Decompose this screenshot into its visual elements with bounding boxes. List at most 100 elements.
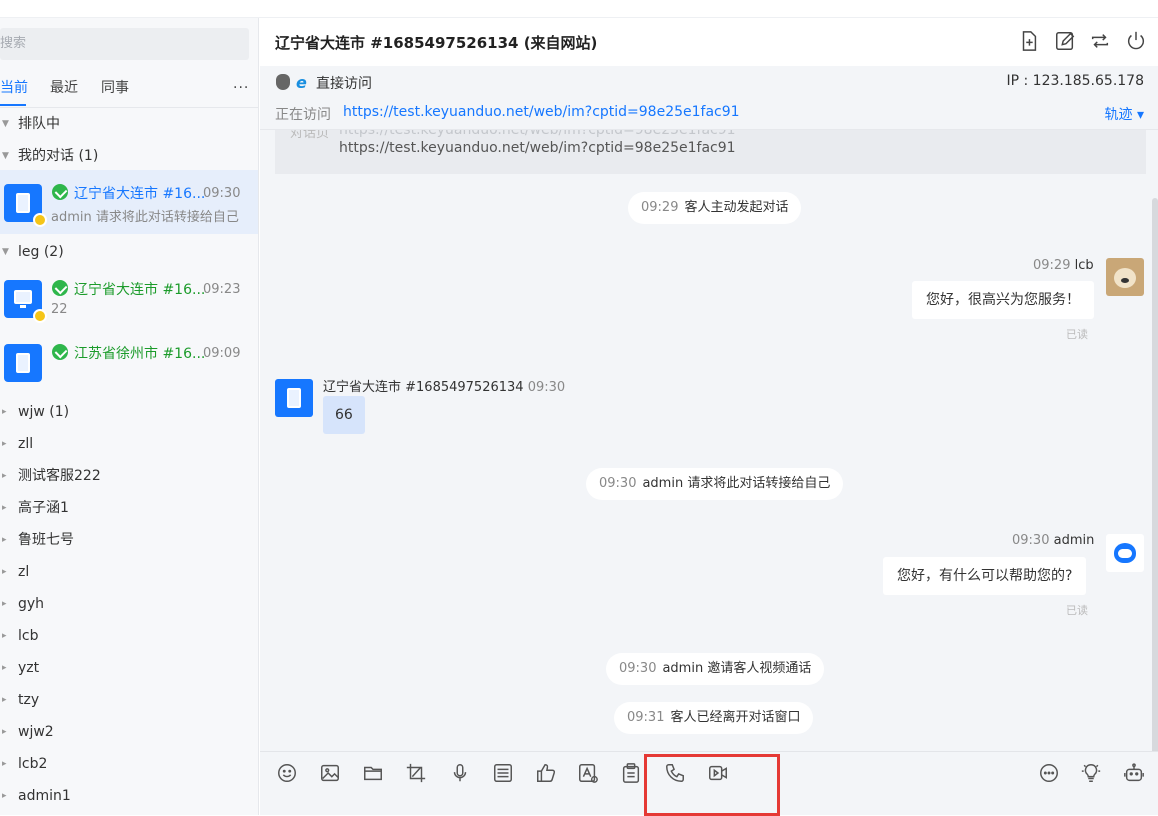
conversation-time: 09:30 — [203, 186, 241, 201]
status-badge — [33, 309, 47, 323]
image-icon[interactable] — [319, 762, 341, 784]
chevron-down-icon: ▼ — [2, 119, 9, 129]
chevron-right-icon: ▸ — [2, 439, 7, 449]
chevron-right-icon: ▸ — [2, 727, 7, 737]
tab-colleagues[interactable]: 同事 — [101, 80, 129, 96]
message-list: 对话页 https://test.keyuanduo.net/web/im?cp… — [260, 130, 1158, 752]
chat-panel: 辽宁省大连市 #1685497526134 (来自网站) e 直接访问 IP :… — [260, 18, 1158, 816]
apple-icon — [276, 74, 290, 90]
conversation-time: 09:23 — [203, 282, 241, 297]
chevron-right-icon: ▸ — [2, 599, 7, 609]
comment-icon[interactable] — [1038, 762, 1060, 784]
ie-browser-icon: e — [296, 73, 307, 92]
input-toolbar — [260, 751, 1158, 816]
conversation-time: 09:09 — [203, 346, 241, 361]
group-label: 测试客服222 — [18, 468, 101, 484]
system-message: 09:30 admin 请求将此对话转接给自己 — [586, 468, 844, 500]
chevron-right-icon: ▸ — [2, 695, 7, 705]
access-source: 直接访问 — [316, 76, 372, 92]
add-file-icon[interactable] — [1018, 30, 1040, 52]
chevron-right-icon: ▸ — [2, 471, 7, 481]
translate-icon[interactable] — [577, 762, 599, 784]
agent-avatar — [1106, 258, 1144, 296]
agent-message-bubble: 您好，很高兴为您服务！ — [912, 281, 1094, 319]
conversation-preview: admin 请求将此对话转接给自己 — [51, 210, 239, 225]
chat-title: 辽宁省大连市 #1685497526134 (来自网站) — [275, 34, 598, 52]
message-meta: 09:29 lcb — [1033, 258, 1094, 273]
chat-header: 辽宁省大连市 #1685497526134 (来自网站) — [260, 18, 1158, 66]
screenshot-icon[interactable] — [405, 762, 427, 784]
chevron-right-icon: ▸ — [2, 503, 7, 513]
sidebar: 搜索 当前 最近 同事 ··· ▼ 排队中 ▼ 我的对话 (1) 辽宁省大连市 #1… — [0, 18, 259, 815]
group-label: wjw (1) — [18, 404, 70, 420]
conversation-title: 辽宁省大连市 #16... — [74, 282, 206, 298]
conversation-item[interactable]: 辽宁省大连市 #16... 09:30 admin 请求将此对话转接给自己 — [0, 170, 258, 234]
visitor-message-bubble: 66 — [323, 396, 365, 434]
conversation-title: 江苏省徐州市 #16... — [74, 346, 206, 362]
transfer-icon[interactable] — [1089, 30, 1111, 52]
tab-current[interactable]: 当前 — [0, 80, 28, 106]
conversation-item[interactable]: 辽宁省大连市 #16... 09:23 22 — [0, 266, 258, 330]
group-label: zll — [18, 436, 34, 452]
group-label: 高子涵1 — [18, 500, 69, 516]
channel-icon — [52, 344, 68, 360]
system-message: 09:30 admin 邀请客人视频通话 — [606, 653, 825, 685]
group-label: lcb2 — [18, 756, 48, 772]
bulb-icon[interactable] — [1080, 762, 1102, 784]
conversation-title: 辽宁省大连市 #16... — [74, 186, 206, 202]
emoji-icon[interactable] — [276, 762, 298, 784]
system-message: 09:29 客人主动发起对话 — [628, 192, 802, 224]
chevron-right-icon: ▸ — [2, 631, 7, 641]
read-status: 已读 — [1066, 328, 1088, 341]
clipboard-icon[interactable] — [620, 762, 642, 784]
quick-reply-icon[interactable] — [492, 762, 514, 784]
conversation-item[interactable]: 江苏省徐州市 #16... 09:09 — [0, 330, 258, 394]
channel-icon — [52, 280, 68, 296]
visitor-avatar — [275, 379, 313, 417]
visitor-ip: IP : 123.185.65.178 — [1006, 73, 1144, 89]
visitor-info-bar: e 直接访问 IP : 123.185.65.178 正在访问 https://… — [260, 66, 1158, 130]
message-meta: 辽宁省大连市 #1685497526134 09:30 — [323, 380, 566, 395]
group-label: lcb — [18, 628, 39, 644]
chevron-down-icon: ▼ — [2, 151, 9, 161]
chevron-right-icon: ▸ — [2, 535, 7, 545]
chevron-right-icon: ▸ — [2, 663, 7, 673]
group-label: leg (2) — [18, 244, 64, 260]
referrer-url: https://test.keyuanduo.net/web/im?cptid=… — [339, 140, 736, 156]
group-label: yzt — [18, 660, 40, 676]
group-label: admin1 — [18, 788, 71, 804]
highlight-box — [644, 754, 780, 816]
visitor-avatar — [4, 344, 42, 382]
tab-recent[interactable]: 最近 — [50, 80, 78, 96]
folder-icon[interactable] — [362, 762, 384, 784]
power-icon[interactable] — [1125, 30, 1147, 52]
referrer-box: 对话页 https://test.keyuanduo.net/web/im?cp… — [275, 130, 1146, 174]
status-badge — [33, 213, 47, 227]
scrollbar[interactable] — [1152, 198, 1158, 758]
chevron-down-icon: ▼ — [2, 247, 9, 257]
visiting-label: 正在访问 — [275, 107, 331, 123]
more-icon[interactable]: ··· — [233, 80, 249, 96]
group-label: gyh — [18, 596, 45, 612]
group-label: wjw2 — [18, 724, 54, 740]
message-meta: 09:30 admin — [1012, 533, 1095, 548]
sidebar-tabs: 当前 最近 同事 ··· — [0, 80, 258, 108]
search-input[interactable]: 搜索 — [0, 28, 249, 60]
robot-icon[interactable] — [1123, 762, 1145, 784]
group-label: 我的对话 (1) — [18, 148, 99, 164]
thumbs-up-icon[interactable] — [535, 762, 557, 784]
read-status: 已读 — [1066, 604, 1088, 617]
referrer-url: https://test.keyuanduo.net/web/im?cptid=… — [339, 130, 736, 138]
visitor-avatar — [4, 184, 47, 227]
visiting-url-link[interactable]: https://test.keyuanduo.net/web/im?cptid=… — [343, 104, 740, 120]
microphone-icon[interactable] — [449, 762, 471, 784]
trace-dropdown[interactable]: 轨迹 ▾ — [1105, 104, 1144, 124]
channel-icon — [52, 184, 68, 200]
visitor-avatar — [4, 280, 47, 323]
chevron-right-icon: ▸ — [2, 407, 7, 417]
group-label: 鲁班七号 — [18, 532, 74, 548]
edit-icon[interactable] — [1054, 30, 1076, 52]
agent-avatar — [1106, 534, 1144, 572]
group-label: zl — [18, 564, 30, 580]
chevron-right-icon: ▸ — [2, 791, 7, 801]
